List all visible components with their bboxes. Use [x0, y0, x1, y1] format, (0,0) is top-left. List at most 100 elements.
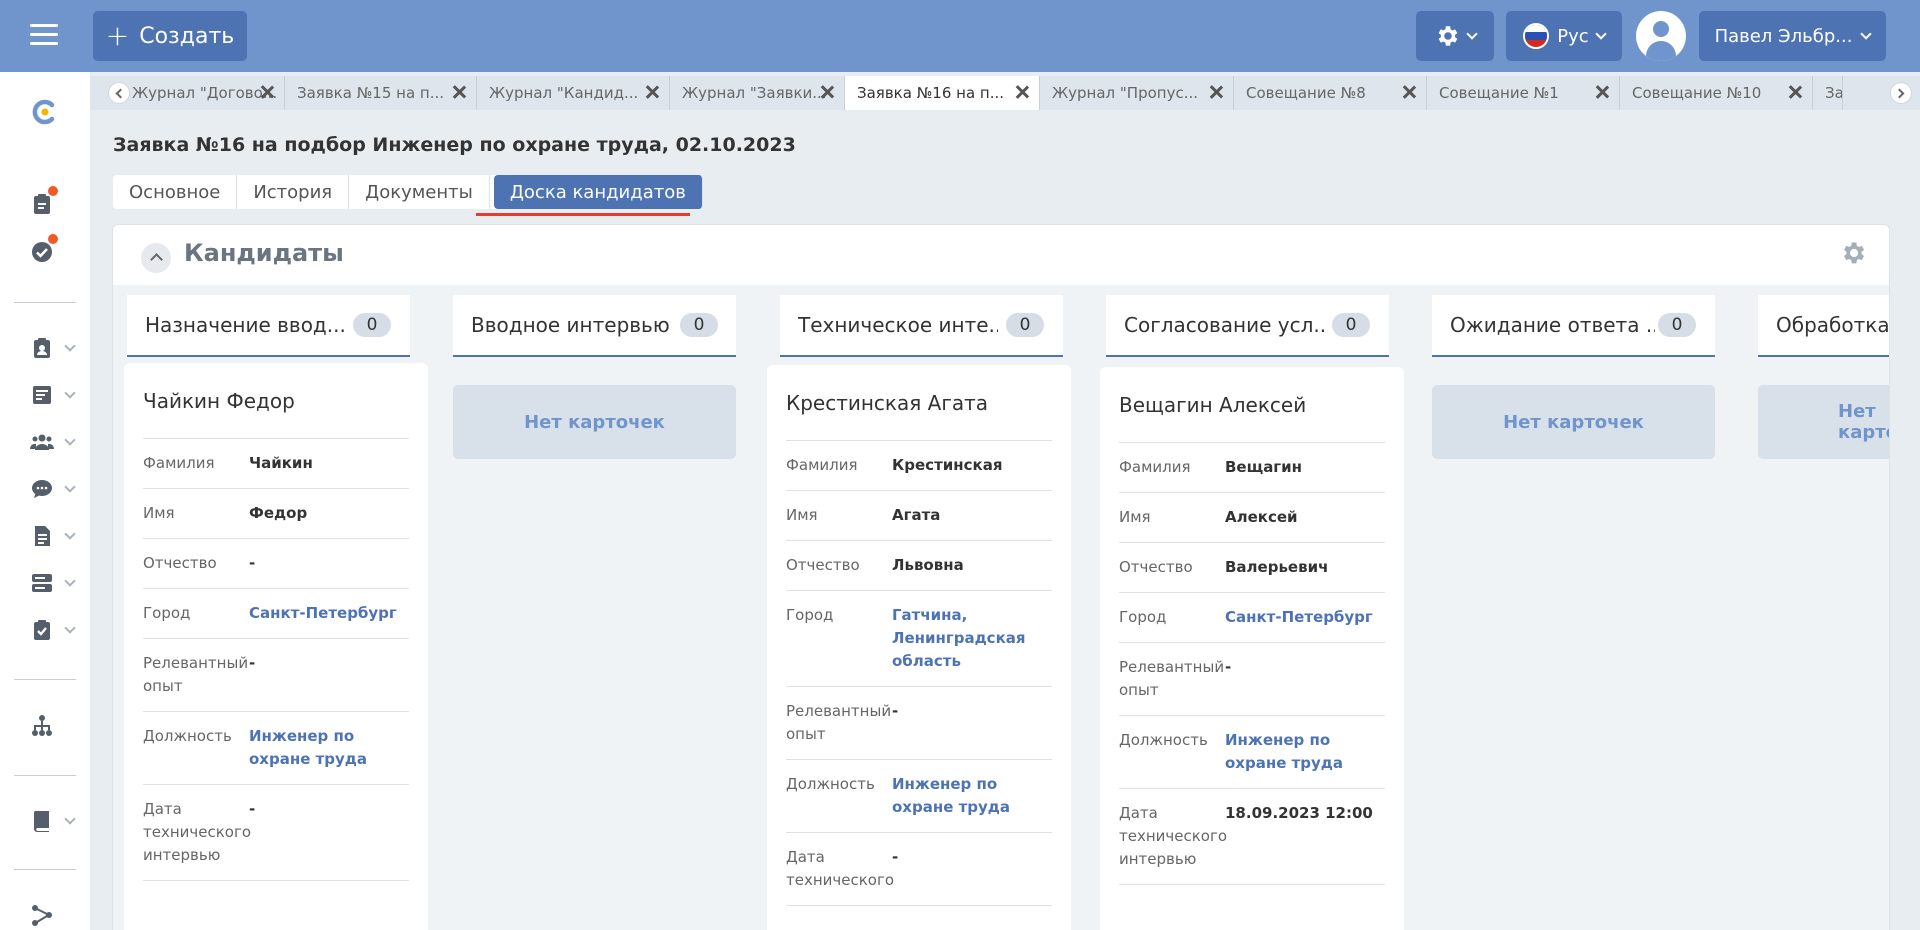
sidebar-item-tasks[interactable] — [30, 186, 82, 220]
candidate-card[interactable]: Вещагин Алексей Фамилия Вещагин Имя Алексе… — [1100, 367, 1404, 930]
field-value: Федор — [249, 504, 308, 522]
board-column-header[interactable]: Назначение ввод... 0 — [127, 295, 410, 357]
document-tab[interactable]: Заявка №15 на п... — [285, 76, 477, 110]
board-column-header[interactable]: Согласование усл... 0 — [1106, 295, 1389, 357]
field-value: Алексей — [1225, 508, 1298, 526]
field-value: - — [249, 654, 256, 672]
document-tab[interactable]: Журнал "Кандид... — [477, 76, 670, 110]
sidebar-item-handbook[interactable] — [30, 807, 82, 837]
card-field-row: Отчество Валерьевич — [1119, 543, 1385, 593]
sidebar-item-staff[interactable] — [30, 428, 82, 458]
close-tab-icon[interactable] — [452, 85, 466, 99]
close-tab-icon[interactable] — [820, 85, 834, 99]
close-tab-icon[interactable] — [1595, 85, 1609, 99]
candidate-card[interactable]: Чайкин Федор Фамилия Чайкин Имя Федор Отче… — [124, 363, 428, 930]
board-column-header[interactable]: Вводное интервью 0 — [453, 295, 736, 357]
city-link[interactable]: Санкт-Петербург — [1225, 606, 1385, 629]
close-tab-icon[interactable] — [645, 85, 659, 99]
tab-candidates-board[interactable]: Доска кандидатов — [493, 175, 703, 209]
document-tab[interactable]: Журнал "Догово... — [120, 76, 285, 110]
language-button[interactable]: Рус — [1506, 11, 1622, 61]
close-tab-icon[interactable] — [260, 85, 274, 99]
column-title: Согласование усл... — [1124, 313, 1324, 337]
field-value: Валерьевич — [1225, 558, 1329, 576]
document-tab[interactable]: Журнал "Заявки... — [670, 76, 845, 110]
chevron-down-icon — [64, 434, 76, 446]
document-tab[interactable]: Совещание №10 — [1620, 76, 1813, 110]
document-tab-label: Заявка №16 на п... — [857, 84, 1005, 102]
collapse-button[interactable] — [141, 243, 171, 273]
active-tab-underline — [476, 213, 690, 216]
sidebar-item-approvals[interactable] — [30, 234, 82, 268]
field-label: Должность — [786, 775, 875, 793]
gear-icon[interactable] — [1839, 239, 1867, 267]
candidate-name: Вещагин Алексей — [1119, 367, 1385, 443]
sidebar-item-processes[interactable] — [30, 901, 82, 930]
column-title: Ожидание ответа ... — [1450, 313, 1655, 337]
field-label: Фамилия — [1119, 458, 1191, 476]
board-column-header[interactable]: Техническое инте... 0 — [780, 295, 1063, 357]
position-link[interactable]: Инженер по охране труда — [1225, 729, 1385, 775]
card-field-row: Фамилия Вещагин — [1119, 443, 1385, 493]
field-value: - — [892, 702, 899, 720]
document-tab[interactable]: За — [1813, 76, 1843, 110]
settings-button[interactable] — [1416, 11, 1494, 61]
close-tab-icon[interactable] — [1402, 85, 1416, 99]
sidebar-item-documents[interactable] — [30, 381, 82, 411]
field-label: Город — [143, 604, 191, 622]
card-field-row: Должность Инженер по охране труда — [1119, 716, 1385, 789]
field-label: Имя — [143, 504, 175, 522]
tab-history[interactable]: История — [237, 175, 350, 209]
city-link[interactable]: Санкт-Петербург — [249, 602, 409, 625]
sidebar-item-reports[interactable] — [30, 522, 82, 552]
server-icon — [32, 574, 52, 592]
notification-dot — [48, 186, 58, 196]
report-icon — [35, 526, 50, 546]
field-label: Отчество — [786, 556, 860, 574]
field-label: Релевантный опыт — [786, 702, 892, 743]
close-tab-icon[interactable] — [1209, 85, 1223, 99]
document-tab-label: За — [1825, 84, 1843, 102]
clipboard-user-icon — [34, 338, 50, 358]
position-link[interactable]: Инженер по охране труда — [249, 725, 409, 771]
chevron-down-icon — [64, 622, 76, 634]
tab-main[interactable]: Основное — [113, 175, 238, 209]
field-label: Фамилия — [143, 454, 215, 472]
board-column-header[interactable]: Обработка — [1758, 295, 1889, 357]
field-label: Город — [1119, 608, 1167, 626]
user-menu-button[interactable]: Павел Эльбр... — [1699, 11, 1886, 61]
candidate-card[interactable]: Крестинская Агата Фамилия Крестинская Имя… — [767, 365, 1071, 930]
board-column-header[interactable]: Ожидание ответа ... 0 — [1432, 295, 1715, 357]
sidebar-item-messages[interactable] — [30, 475, 82, 505]
russia-flag-icon — [1523, 23, 1550, 49]
field-label: Дата технического — [786, 848, 895, 889]
tab-documents[interactable]: Документы — [349, 175, 490, 209]
chevron-down-icon — [64, 481, 76, 493]
language-label: Рус — [1557, 25, 1589, 47]
notification-dot — [48, 234, 58, 244]
sidebar-item-checklists[interactable] — [30, 616, 82, 646]
top-bar: + Создать Рус Павел Эльбр... — [0, 0, 1920, 72]
document-tab[interactable]: Журнал "Пропус... — [1040, 76, 1234, 110]
position-link[interactable]: Инженер по охране труда — [892, 773, 1052, 819]
document-tab[interactable]: Заявка №16 на п... — [845, 76, 1040, 110]
document-tab-label: Совещание №10 — [1632, 84, 1762, 102]
avatar[interactable] — [1636, 11, 1686, 61]
close-tab-icon[interactable] — [1788, 85, 1802, 99]
document-tab-label: Журнал "Кандид... — [489, 84, 639, 102]
sidebar-item-requests[interactable] — [30, 334, 82, 364]
sidebar-item-registry[interactable] — [30, 569, 82, 599]
tabs-next-button[interactable] — [1890, 82, 1912, 104]
close-tab-icon[interactable] — [1015, 85, 1029, 99]
card-field-row: Дата технического интервью 18.09.2023 12:… — [1119, 789, 1385, 885]
create-button[interactable]: + Создать — [93, 11, 247, 61]
sidebar-item-structure[interactable] — [30, 712, 82, 742]
book-icon — [33, 811, 49, 832]
field-label: Должность — [1119, 731, 1208, 749]
city-link[interactable]: Гатчина, Ленинградская область — [892, 604, 1052, 673]
document-tab[interactable]: Совещание №8 — [1234, 76, 1427, 110]
card-field-row: Имя Агата — [786, 491, 1052, 541]
document-tab[interactable]: Совещание №1 — [1427, 76, 1620, 110]
card-field-row: Фамилия Чайкин — [143, 439, 409, 489]
menu-icon[interactable] — [30, 24, 58, 48]
